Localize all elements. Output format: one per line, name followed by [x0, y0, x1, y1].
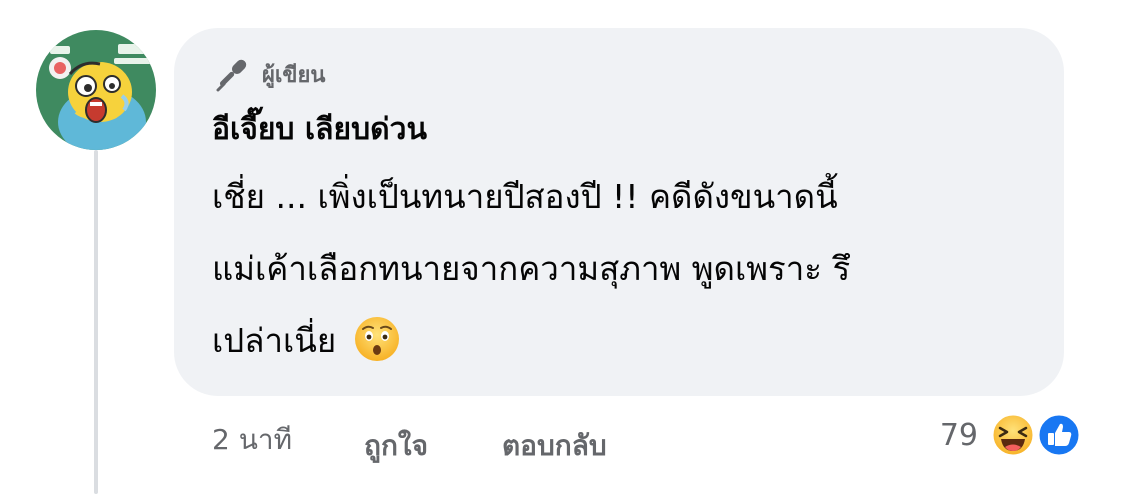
reply-button[interactable]: ตอบกลับ	[502, 424, 607, 468]
like-icon	[1036, 412, 1082, 458]
comment-text-line: เชี่ย ... เพิ่งเป็นทนายปีสองปี !! คดีดัง…	[212, 177, 838, 216]
comment-timestamp[interactable]: 2 นาที	[212, 418, 292, 462]
author-badge-label: ผู้เขียน	[262, 62, 326, 88]
author-badge: ผู้เขียน	[212, 52, 325, 96]
reaction-icons	[990, 412, 1086, 458]
astonished-face-emoji	[354, 316, 399, 361]
comment-text-line: เปล่าเนี่ย	[212, 321, 337, 360]
comment-author-name[interactable]: อีเจี๊ยบ เลียบด่วน	[212, 106, 427, 153]
comment-actions: 2 นาที ถูกใจ ตอบกลับ 79	[212, 412, 1092, 462]
reaction-summary[interactable]: 79	[940, 412, 1086, 458]
microphone-icon	[216, 59, 247, 92]
avatar-image	[36, 30, 156, 150]
comment-text-line-last: เปล่าเนี่ย	[212, 314, 401, 367]
avatar[interactable]	[36, 30, 156, 150]
like-button[interactable]: ถูกใจ	[364, 424, 428, 468]
comment-text-line: แม่เค้าเลือกทนายจากความสุภาพ พูดเพราะ รึ	[212, 249, 851, 288]
haha-icon	[990, 412, 1036, 458]
reply-thread-line	[94, 150, 98, 494]
reaction-count: 79	[939, 417, 978, 453]
